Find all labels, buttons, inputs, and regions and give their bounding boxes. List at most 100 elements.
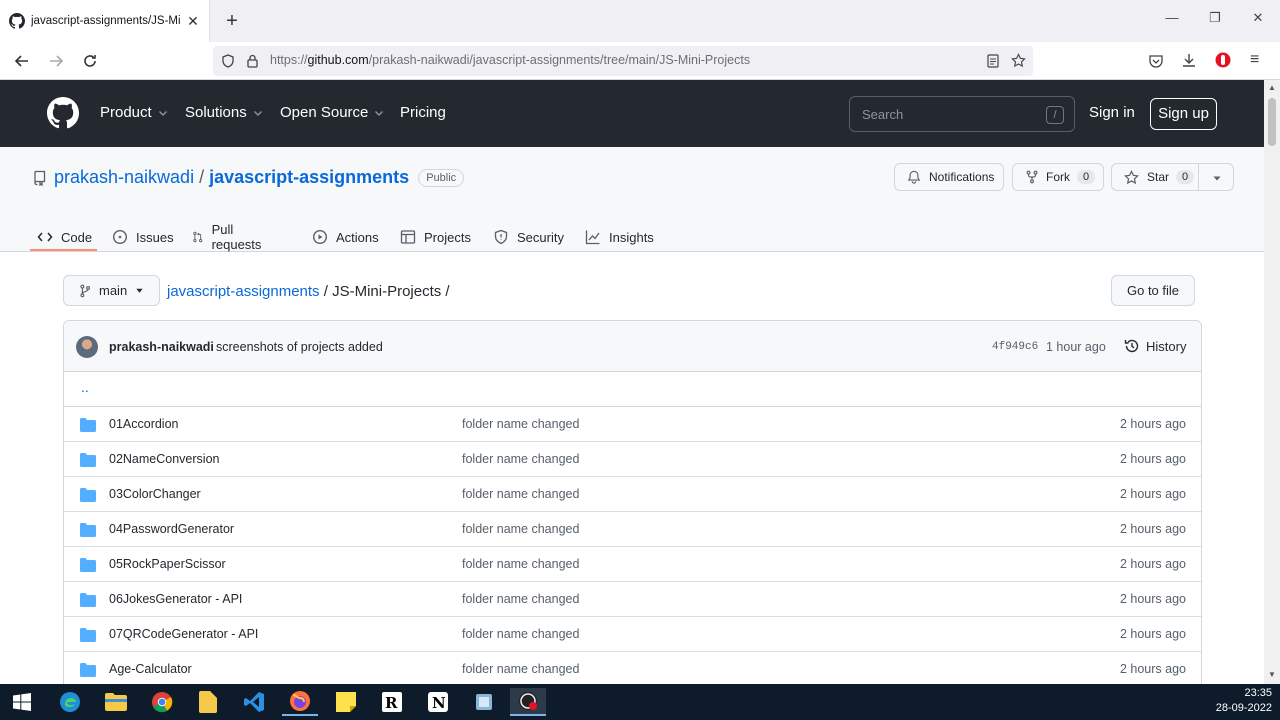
breadcrumb-current-dir: JS-Mini-Projects — [332, 283, 442, 300]
search-input[interactable]: Search / — [849, 96, 1075, 132]
github-logo-icon[interactable] — [47, 97, 79, 129]
file-name-link[interactable]: 02NameConversion — [109, 452, 219, 466]
chrome-icon[interactable] — [144, 688, 180, 716]
file-commit-message-link[interactable]: folder name changed — [462, 627, 579, 641]
pocket-icon[interactable] — [1148, 53, 1164, 69]
commit-message-link[interactable]: screenshots of projects added — [216, 340, 383, 354]
reader-view-icon[interactable] — [986, 54, 1000, 68]
download-icon[interactable] — [1181, 52, 1197, 68]
go-to-file-button[interactable]: Go to file — [1111, 275, 1195, 306]
latest-commit-bar: prakash-naikwadi screenshots of projects… — [64, 321, 1201, 372]
nav-open-source[interactable]: Open Source — [280, 104, 384, 121]
file-row[interactable]: 03ColorChanger folder name changed 2 hou… — [64, 477, 1201, 512]
forward-icon[interactable] — [44, 49, 68, 73]
file-row[interactable]: 01Accordion folder name changed 2 hours … — [64, 407, 1201, 442]
file-commit-message-link[interactable]: folder name changed — [462, 487, 579, 501]
menu-icon[interactable]: ≡ — [1250, 51, 1259, 69]
snipping-tool-icon[interactable] — [466, 688, 502, 716]
file-name-link[interactable]: 01Accordion — [109, 417, 179, 431]
tab-insights[interactable]: Insights — [585, 222, 654, 252]
fork-icon — [1026, 170, 1038, 184]
star-button[interactable]: Star 0 — [1111, 163, 1234, 191]
notifications-button[interactable]: Notifications — [894, 163, 1004, 191]
edge-browser-icon[interactable] — [52, 688, 88, 716]
sign-in-link[interactable]: Sign in — [1089, 104, 1135, 121]
tab-issues[interactable]: Issues — [112, 222, 174, 252]
svg-text:R: R — [385, 694, 398, 712]
window-close-icon[interactable]: ✕ — [1246, 10, 1270, 30]
file-commit-message-link[interactable]: folder name changed — [462, 662, 579, 676]
nav-solutions[interactable]: Solutions — [185, 104, 263, 121]
fork-button[interactable]: Fork 0 — [1012, 163, 1104, 191]
bookmark-star-icon[interactable] — [1011, 53, 1026, 68]
breadcrumb-repo-link[interactable]: javascript-assignments — [167, 283, 320, 300]
scroll-down-arrow-icon[interactable]: ▼ — [1268, 670, 1276, 679]
restore-icon[interactable]: ❐ — [1203, 10, 1227, 30]
file-age: 2 hours ago — [1119, 452, 1186, 466]
windows-start-icon[interactable] — [4, 688, 40, 716]
sticky-notes-icon[interactable] — [328, 688, 364, 716]
nav-product[interactable]: Product — [100, 104, 168, 121]
file-commit-message-link[interactable]: folder name changed — [462, 557, 579, 571]
breadcrumb-separator: / — [319, 283, 333, 300]
file-row[interactable]: Age-Calculator folder name changed 2 hou… — [64, 652, 1201, 687]
star-dropdown-caret-icon[interactable] — [1212, 173, 1222, 183]
file-name-link[interactable]: 04PasswordGenerator — [109, 522, 234, 536]
file-name-link[interactable]: 03ColorChanger — [109, 487, 201, 501]
history-link[interactable]: History — [1124, 338, 1186, 354]
avatar[interactable] — [76, 336, 98, 358]
reload-icon[interactable] — [78, 49, 102, 73]
file-commit-message-link[interactable]: folder name changed — [462, 452, 579, 466]
tab-security[interactable]: Security — [493, 222, 564, 252]
branch-selector[interactable]: main — [63, 275, 160, 306]
commit-sha-link[interactable]: 4f949c6 — [992, 341, 1038, 353]
file-name-link[interactable]: 05RockPaperScissor — [109, 557, 226, 571]
file-commit-message-link[interactable]: folder name changed — [462, 417, 579, 431]
file-row[interactable]: 06JokesGenerator - API folder name chang… — [64, 582, 1201, 617]
file-commit-message-link[interactable]: folder name changed — [462, 522, 579, 536]
selected-tab-underline — [30, 249, 97, 251]
adblock-extension-icon[interactable] — [1215, 52, 1231, 68]
tab-actions[interactable]: Actions — [312, 222, 379, 252]
file-name-link[interactable]: Age-Calculator — [109, 662, 192, 676]
file-commit-message-link[interactable]: folder name changed — [462, 592, 579, 606]
page-scrollbar[interactable]: ▲ ▼ — [1264, 80, 1280, 684]
file-row[interactable]: 05RockPaperScissor folder name changed 2… — [64, 547, 1201, 582]
tab-projects[interactable]: Projects — [400, 222, 471, 252]
tab-close-icon[interactable]: ✕ — [185, 13, 201, 30]
obs-recorder-icon[interactable] — [510, 688, 546, 716]
scroll-up-arrow-icon[interactable]: ▲ — [1268, 83, 1276, 92]
new-tab-button[interactable]: + — [220, 9, 244, 33]
file-name-link[interactable]: 06JokesGenerator - API — [109, 592, 242, 606]
minimize-icon[interactable]: — — [1160, 10, 1184, 30]
lock-icon[interactable] — [246, 54, 259, 68]
file-explorer-icon[interactable] — [98, 688, 134, 716]
commit-author-link[interactable]: prakash-naikwadi — [109, 340, 214, 354]
rstudio-icon[interactable]: R — [374, 688, 410, 716]
vscode-icon[interactable] — [236, 688, 272, 716]
back-icon[interactable] — [10, 49, 34, 73]
browser-tab[interactable]: javascript-assignments/JS-Mini-Projects … — [0, 0, 210, 42]
notion-icon[interactable]: N — [420, 688, 456, 716]
address-bar[interactable]: https://github.com/prakash-naikwadi/java… — [213, 46, 1033, 76]
firefox-icon[interactable] — [282, 688, 318, 716]
tab-code[interactable]: Code — [37, 222, 92, 252]
url-text[interactable]: https://github.com/prakash-naikwadi/java… — [270, 53, 750, 67]
file-name-link[interactable]: 07QRCodeGenerator - API — [109, 627, 258, 641]
file-row[interactable]: 07QRCodeGenerator - API folder name chan… — [64, 617, 1201, 652]
scrollbar-thumb[interactable] — [1268, 98, 1276, 146]
repo-name-link[interactable]: javascript-assignments — [209, 167, 409, 188]
browser-nav-bar: https://github.com/prakash-naikwadi/java… — [0, 42, 1280, 80]
system-clock[interactable]: 23:35 28-09-2022 — [1216, 686, 1272, 716]
sign-up-button[interactable]: Sign up — [1150, 98, 1217, 130]
notes-app-icon[interactable] — [190, 688, 226, 716]
parent-directory-link[interactable]: .. — [64, 372, 1201, 407]
file-row[interactable]: 02NameConversion folder name changed 2 h… — [64, 442, 1201, 477]
file-row[interactable]: 04PasswordGenerator folder name changed … — [64, 512, 1201, 547]
file-age: 2 hours ago — [1119, 417, 1186, 431]
file-age: 2 hours ago — [1119, 522, 1186, 536]
tab-pull-requests[interactable]: Pull requests — [192, 222, 266, 252]
tracking-shield-icon[interactable] — [221, 54, 235, 68]
nav-pricing[interactable]: Pricing — [400, 104, 446, 121]
repo-owner-link[interactable]: prakash-naikwadi — [54, 167, 194, 188]
